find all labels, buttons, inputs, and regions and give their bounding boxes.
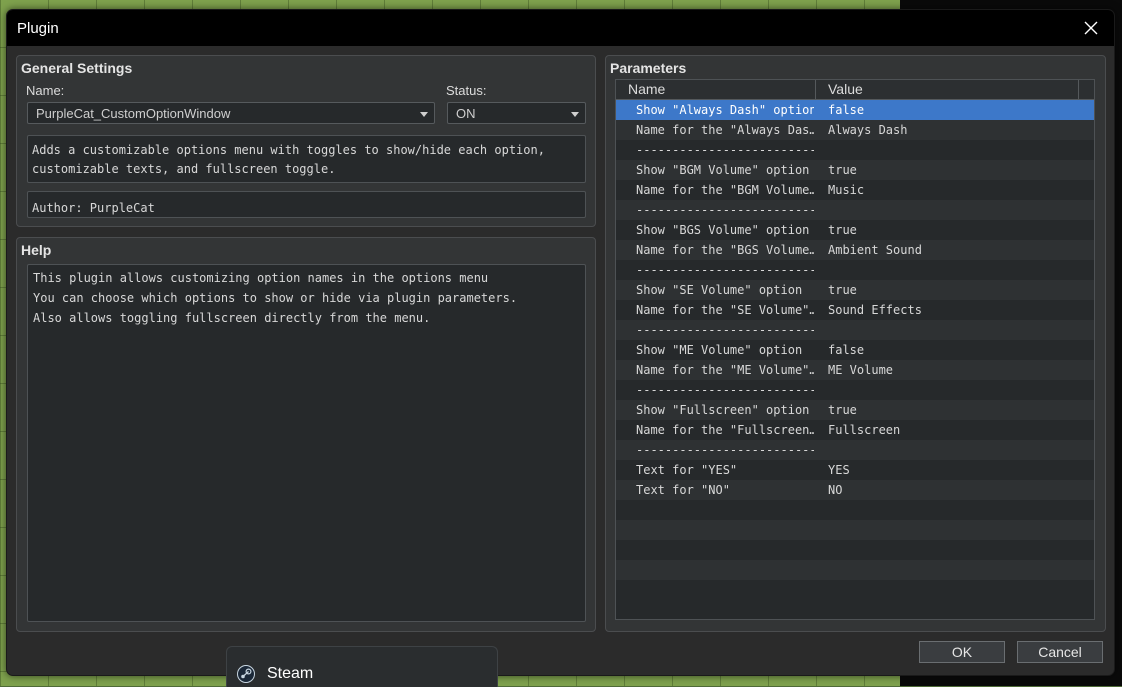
parameter-name-cell: Show "BGM Volume" option [636, 163, 810, 177]
title-bar: Plugin [7, 10, 1114, 46]
parameters-panel: Parameters Name Value Show "Always Dash"… [605, 55, 1106, 632]
parameter-name-cell: Name for the "BGS Volume… [636, 243, 814, 257]
help-line: This plugin allows customizing option na… [33, 271, 489, 285]
parameter-value-cell: Music [828, 183, 865, 197]
parameters-table: Name Value Show "Always Dash" option fals… [615, 79, 1095, 620]
description-line: Adds a customizable options menu with to… [32, 143, 545, 157]
table-row[interactable]: Name for the "BGS Volume… Ambient Sound [616, 240, 1094, 260]
parameter-name-cell: ------------------------- [636, 383, 814, 397]
close-icon [1084, 21, 1098, 35]
help-line: You can choose which options to show or … [33, 291, 518, 305]
parameter-value-cell: Always Dash [828, 123, 908, 137]
parameter-value-cell: true [828, 163, 857, 177]
table-row[interactable]: Show "SE Volume" option true [616, 280, 1094, 300]
table-header: Name Value [616, 80, 1094, 100]
taskbar-label: Steam [267, 665, 314, 682]
table-row[interactable] [616, 560, 1094, 580]
ok-button[interactable]: OK [919, 641, 1005, 663]
author-box: Author: PurpleCat [27, 191, 586, 218]
parameter-name-cell: Show "ME Volume" option [636, 343, 803, 357]
status-value: ON [456, 106, 476, 121]
parameter-name-cell: ------------------------- [636, 263, 814, 277]
parameter-name-cell: ------------------------- [636, 323, 814, 337]
table-row[interactable]: ------------------------- [616, 260, 1094, 280]
parameter-name-cell: Text for "NO" [636, 483, 730, 497]
parameter-value-cell: Sound Effects [828, 303, 922, 317]
table-row[interactable] [616, 520, 1094, 540]
chevron-down-icon [571, 112, 579, 117]
table-row[interactable]: ------------------------- [616, 200, 1094, 220]
column-header-name[interactable]: Name [628, 81, 665, 97]
table-row[interactable]: ------------------------- [616, 320, 1094, 340]
parameter-name-cell: Show "Always Dash" option [636, 103, 814, 117]
parameter-value-cell: Fullscreen [828, 423, 901, 437]
general-settings-heading: General Settings [21, 60, 133, 76]
parameter-value-cell: ME Volume [828, 363, 894, 377]
table-row[interactable]: ------------------------- [616, 140, 1094, 160]
parameter-value-cell: true [828, 283, 857, 297]
parameter-value-cell: YES [828, 463, 850, 477]
close-button[interactable] [1068, 10, 1114, 46]
parameter-name-cell: ------------------------- [636, 203, 814, 217]
status-label: Status: [446, 83, 487, 98]
column-divider [1078, 80, 1079, 99]
parameter-value-cell: Ambient Sound [828, 243, 922, 257]
parameter-name-cell: Name for the "Fullscreen… [636, 423, 814, 437]
table-row[interactable]: Show "BGM Volume" option true [616, 160, 1094, 180]
parameter-name-cell: Show "BGS Volume" option [636, 223, 810, 237]
plugin-name-value: PurpleCat_CustomOptionWindow [36, 106, 231, 121]
taskbar-steam-item[interactable]: Steam [226, 646, 498, 687]
parameter-name-cell: Name for the "SE Volume"… [636, 303, 814, 317]
parameter-name-cell: Name for the "BGM Volume… [636, 183, 814, 197]
parameter-value-cell: false [828, 103, 865, 117]
table-row[interactable]: Name for the "Fullscreen… Fullscreen [616, 420, 1094, 440]
status-dropdown[interactable]: ON [447, 102, 586, 124]
table-row[interactable] [616, 580, 1094, 600]
author-text: Author: PurpleCat [32, 201, 155, 215]
table-row[interactable]: Name for the "ME Volume"… ME Volume [616, 360, 1094, 380]
window-title: Plugin [17, 20, 59, 37]
table-row[interactable]: Text for "NO" NO [616, 480, 1094, 500]
parameter-name-cell: ------------------------- [636, 143, 814, 157]
table-row[interactable]: Name for the "BGM Volume… Music [616, 180, 1094, 200]
column-divider[interactable] [815, 80, 816, 99]
description-box[interactable]: Adds a customizable options menu with to… [27, 135, 586, 183]
name-label: Name: [26, 83, 65, 98]
table-row[interactable]: Show "ME Volume" option false [616, 340, 1094, 360]
parameter-name-cell: Name for the "ME Volume"… [636, 363, 814, 377]
chevron-down-icon [420, 112, 428, 117]
help-panel: Help This plugin allows customizing opti… [16, 237, 596, 632]
parameter-value-cell: true [828, 403, 857, 417]
parameter-name-cell: Text for "YES" [636, 463, 738, 477]
table-row[interactable]: ------------------------- [616, 380, 1094, 400]
general-settings-panel: General Settings Name: PurpleCat_CustomO… [16, 55, 596, 227]
parameter-name-cell: Name for the "Always Das… [636, 123, 814, 137]
table-row[interactable]: Name for the "Always Das… Always Dash [616, 120, 1094, 140]
cancel-button[interactable]: Cancel [1017, 641, 1103, 663]
parameter-name-cell: Show "Fullscreen" option [636, 403, 810, 417]
table-row[interactable]: Show "BGS Volume" option true [616, 220, 1094, 240]
parameters-heading: Parameters [610, 60, 687, 76]
table-row[interactable] [616, 500, 1094, 520]
steam-icon [237, 665, 255, 683]
parameter-name-cell: Show "SE Volume" option [636, 283, 803, 297]
table-row[interactable]: Show "Always Dash" option false [616, 100, 1094, 120]
table-row[interactable]: Name for the "SE Volume"… Sound Effects [616, 300, 1094, 320]
help-heading: Help [21, 242, 52, 258]
parameter-value-cell: true [828, 223, 857, 237]
table-row[interactable]: ------------------------- [616, 440, 1094, 460]
column-header-value[interactable]: Value [828, 81, 863, 97]
parameter-name-cell: ------------------------- [636, 443, 814, 457]
table-row[interactable] [616, 540, 1094, 560]
description-line: customizable texts, and fullscreen toggl… [32, 162, 336, 176]
table-row[interactable]: Show "Fullscreen" option true [616, 400, 1094, 420]
help-line: Also allows toggling fullscreen directly… [33, 311, 431, 325]
parameter-rows: Show "Always Dash" option false Name for t… [616, 100, 1094, 600]
plugin-dialog: Plugin General Settings Name: PurpleCat_… [6, 9, 1115, 676]
plugin-name-dropdown[interactable]: PurpleCat_CustomOptionWindow [27, 102, 435, 124]
help-text-area[interactable]: This plugin allows customizing option na… [27, 264, 586, 622]
parameter-value-cell: false [828, 343, 865, 357]
table-row[interactable]: Text for "YES" YES [616, 460, 1094, 480]
parameter-value-cell: NO [828, 483, 843, 497]
